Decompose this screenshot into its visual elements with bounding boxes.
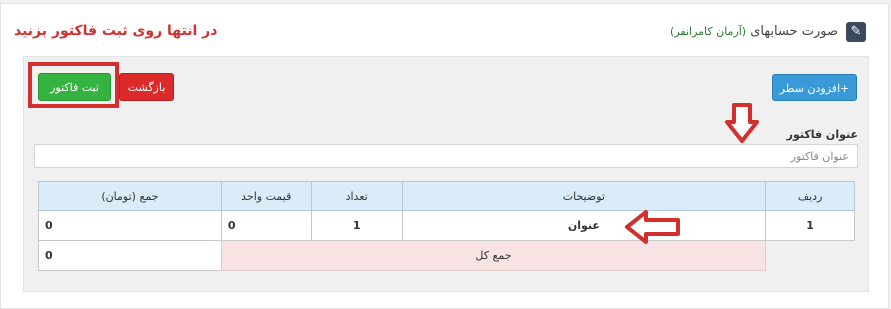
invoice-panel: ثبت فاکتور بازگشت +افزودن سطر عنوان فاکت… (23, 56, 869, 292)
left-arrow-annotation-icon (625, 210, 680, 244)
header-row-number: ردیف (765, 181, 855, 211)
page-title-text: صورت حسابهای (750, 24, 838, 39)
down-arrow-annotation-icon (725, 103, 759, 143)
header-total: جمع (تومان) (38, 181, 222, 211)
cell-total: 0 (38, 210, 222, 241)
invoice-items-table: ردیف توضیحات تعداد قیمت واحد جمع (تومان)… (38, 181, 855, 271)
add-row-button[interactable]: +افزودن سطر (772, 74, 857, 101)
header-description: توضیحات (401, 181, 767, 211)
blank-cell (765, 240, 855, 271)
table-header-row: ردیف توضیحات تعداد قیمت واحد جمع (تومان) (38, 181, 855, 211)
back-button[interactable]: بازگشت (119, 73, 174, 101)
cell-unit-price[interactable]: 0 (220, 210, 312, 241)
table-row: 1 عنوان 1 0 0 (38, 210, 855, 241)
page-title: صورت حسابهای (آرمان کامرانفر) (670, 24, 838, 39)
grand-total-row: جمع کل 0 (38, 240, 855, 271)
invoice-title-label: عنوان فاکتور (786, 128, 858, 141)
invoice-title-input[interactable] (34, 144, 858, 168)
submit-invoice-button[interactable]: ثبت فاکتور (38, 73, 111, 101)
page-subtitle: (آرمان کامرانفر) (670, 25, 747, 38)
cell-description[interactable]: عنوان (401, 210, 767, 241)
document-icon: ✎ (846, 22, 866, 42)
invoice-page: ✎ صورت حسابهای (آرمان کامرانفر) در انتها… (0, 3, 889, 309)
grand-total-value: 0 (38, 240, 222, 271)
cell-quantity[interactable]: 1 (310, 210, 403, 241)
cell-row-number: 1 (765, 210, 855, 241)
instruction-text: در انتها روی ثبت فاکتور بزنید (14, 23, 218, 39)
grand-total-label: جمع کل (220, 240, 767, 271)
header-unit-price: قیمت واحد (220, 181, 312, 211)
header-quantity: تعداد (310, 181, 403, 211)
